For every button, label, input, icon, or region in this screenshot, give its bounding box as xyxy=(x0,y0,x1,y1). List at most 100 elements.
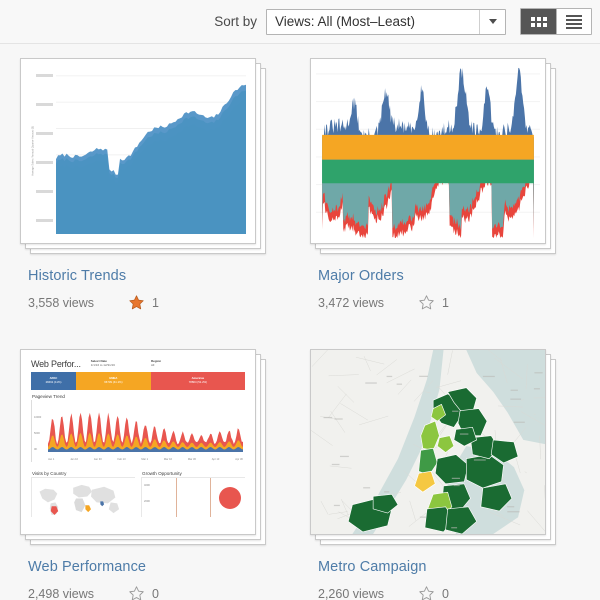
card-title[interactable]: Historic Trends xyxy=(28,268,310,284)
sort-select-value[interactable]: Views: All (Most–Least) xyxy=(267,10,479,34)
kpi-value: 66739 (41.1%) xyxy=(104,381,122,385)
card-major-orders[interactable]: Major Orders 3,472 views 1 xyxy=(310,58,600,349)
x-tick: Apr 13 xyxy=(212,458,220,461)
favorite-count-group[interactable]: 1 xyxy=(418,294,449,311)
favorite-count-group[interactable]: 0 xyxy=(128,585,159,600)
panel-title-pageview-trend: Pageview Trend xyxy=(32,394,245,399)
map-label xyxy=(474,459,486,460)
pageview-trend-panel: 10000 5000 0K Jan 1Jan 16Jan 30Feb 13Mar… xyxy=(31,400,245,462)
toolbar: Sort by Views: All (Most–Least) xyxy=(0,0,600,44)
card-title[interactable]: Major Orders xyxy=(318,268,600,284)
country-shape xyxy=(91,487,115,504)
country-shape xyxy=(85,505,91,512)
star-outline-icon[interactable] xyxy=(418,294,435,311)
dashboard-header: Web Perfor... Select Date 1/1/16 to 12/3… xyxy=(31,359,245,369)
kpi-tile[interactable]: APAC28461 (11%) xyxy=(31,372,76,390)
thumbnail-stack[interactable] xyxy=(310,349,556,545)
thumbnail-stack[interactable] xyxy=(310,58,556,254)
area-band xyxy=(56,85,246,234)
map-label xyxy=(363,487,370,488)
favorite-count: 1 xyxy=(152,296,159,310)
thumbnail-stack[interactable]: Average Sales / Annual Quarter Amount ($… xyxy=(20,58,266,254)
card-metro-campaign[interactable]: Metro Campaign 2,260 views 0 xyxy=(310,349,600,600)
map-label xyxy=(507,506,514,507)
star-filled-icon[interactable] xyxy=(128,294,145,311)
y-tick: 400K xyxy=(144,484,150,487)
metro-map-svg xyxy=(311,350,545,534)
growth-opportunity-col: Growth Opportunity 400K 200K xyxy=(141,467,245,517)
favorite-count: 1 xyxy=(442,296,449,310)
kpi-value: 28461 (11%) xyxy=(46,381,62,385)
chart-plot-area xyxy=(56,68,246,234)
view-count: 2,260 views xyxy=(318,587,418,600)
grid-view-button[interactable] xyxy=(521,9,556,34)
map-label xyxy=(507,511,519,512)
thumbnail-stacked-area-chart[interactable]: Average Sales / Annual Quarter Amount ($… xyxy=(20,58,256,244)
map-label xyxy=(460,433,468,434)
map-label xyxy=(334,505,340,506)
panel-title-visits-by-country: Visits by Country xyxy=(32,471,135,476)
sort-by-label: Sort by xyxy=(214,14,257,29)
panel-title-growth-opportunity: Growth Opportunity xyxy=(142,471,245,476)
view-count: 2,498 views xyxy=(28,587,128,600)
thumbnail-choropleth-map[interactable] xyxy=(310,349,546,535)
pageview-trend-svg xyxy=(48,402,243,452)
view-count: 3,472 views xyxy=(318,296,418,310)
card-title[interactable]: Web Performance xyxy=(28,559,310,575)
x-tick: Jan 1 xyxy=(48,458,54,461)
card-meta: 3,558 views 1 xyxy=(28,294,310,311)
map-label xyxy=(335,418,343,419)
favorite-count-group[interactable]: 0 xyxy=(418,585,449,600)
dashboard-lower-row: Visits by Country Growth Opportunity xyxy=(31,467,245,517)
map-label xyxy=(454,485,460,486)
card-web-performance[interactable]: Web Perfor... Select Date 1/1/16 to 12/3… xyxy=(20,349,310,600)
visits-by-country-col: Visits by Country xyxy=(31,467,135,517)
kpi-tile[interactable]: EMEA66739 (41.1%) xyxy=(76,372,151,390)
star-outline-icon[interactable] xyxy=(128,585,145,600)
list-view-button[interactable] xyxy=(556,9,591,34)
country-shape xyxy=(39,489,57,503)
card-title[interactable]: Metro Campaign xyxy=(318,559,600,575)
card-meta: 3,472 views 1 xyxy=(318,294,600,311)
map-label xyxy=(384,491,389,492)
y-tick: 200K xyxy=(144,500,150,503)
x-tick: Jan 30 xyxy=(94,458,102,461)
map-label xyxy=(452,478,460,479)
diverging-area-svg xyxy=(316,64,540,238)
filter-select-date: Select Date 1/1/16 to 12/31/16 xyxy=(91,360,115,368)
map-label xyxy=(514,422,525,423)
card-historic-trends[interactable]: Average Sales / Annual Quarter Amount ($… xyxy=(20,58,310,349)
thumbnail-stack[interactable]: Web Perfor... Select Date 1/1/16 to 12/3… xyxy=(20,349,266,545)
world-map-svg xyxy=(32,478,135,517)
kpi-tile[interactable]: Americas78804 (51.2%) xyxy=(151,372,245,390)
kpi-value: 78804 (51.2%) xyxy=(189,381,207,385)
map-label xyxy=(534,372,542,373)
map-label xyxy=(365,382,377,383)
map-label xyxy=(387,376,393,377)
map-canvas xyxy=(311,350,545,534)
sort-select[interactable]: Views: All (Most–Least) xyxy=(266,9,506,35)
thumbnail-dashboard[interactable]: Web Perfor... Select Date 1/1/16 to 12/3… xyxy=(20,349,256,535)
x-tick: Feb 13 xyxy=(117,458,125,461)
card-grid: Average Sales / Annual Quarter Amount ($… xyxy=(0,44,600,600)
area-band xyxy=(322,135,534,160)
y-tick: 0K xyxy=(34,448,37,451)
map-label xyxy=(332,464,340,465)
trend-plot-area xyxy=(48,402,243,452)
star-outline-icon[interactable] xyxy=(418,585,435,600)
content-area: Average Sales / Annual Quarter Amount ($… xyxy=(0,44,600,600)
map-label xyxy=(420,517,426,518)
chevron-down-icon[interactable] xyxy=(479,10,505,34)
growth-opportunity-panel: 400K 200K xyxy=(141,477,245,517)
x-tick: Mar 1 xyxy=(141,458,148,461)
favorite-count-group[interactable]: 1 xyxy=(128,294,159,311)
map-label xyxy=(419,376,428,377)
dashboard-title: Web Perfor... xyxy=(31,359,81,369)
y-tick xyxy=(36,132,53,135)
map-label xyxy=(511,390,518,391)
y-tick xyxy=(36,161,53,164)
y-tick xyxy=(36,219,53,222)
y-tick: 5000 xyxy=(34,432,40,435)
thumbnail-diverging-area-chart[interactable] xyxy=(310,58,546,244)
x-tick: Apr 30 xyxy=(235,458,243,461)
